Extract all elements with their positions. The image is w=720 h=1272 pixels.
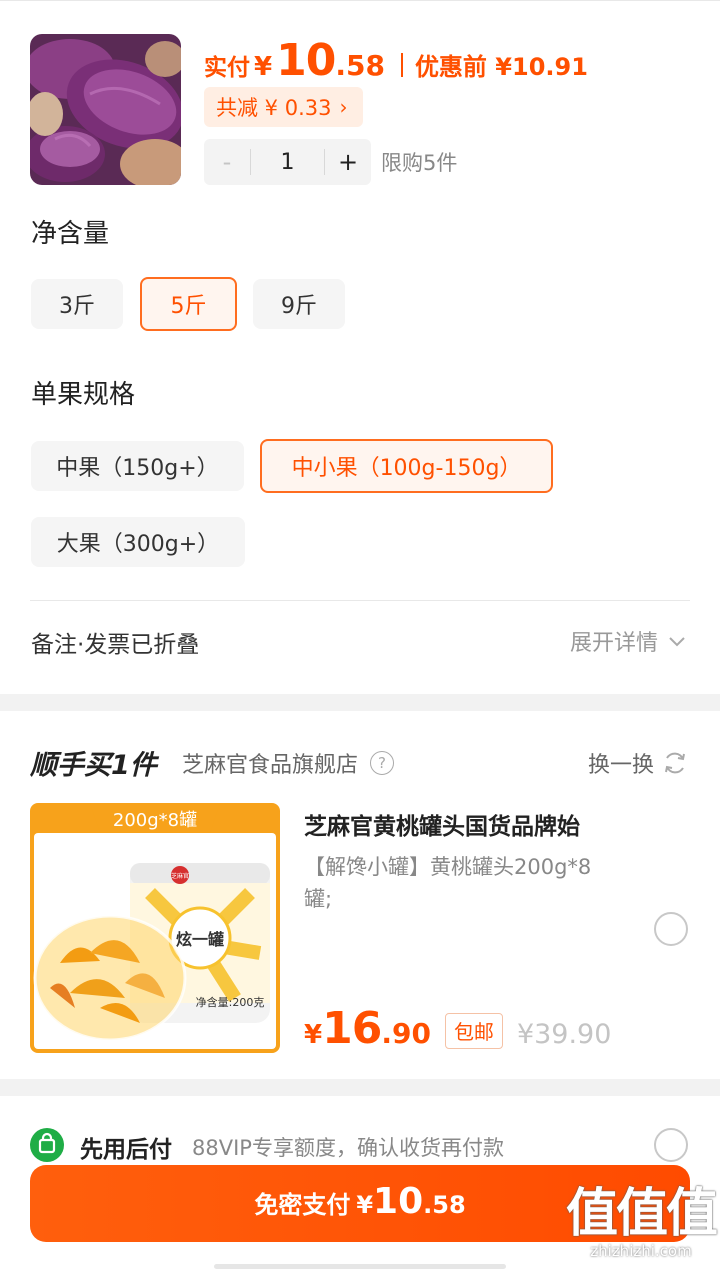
option-small-medium-fruit[interactable]: 中小果（100g-150g） (260, 439, 553, 493)
help-icon[interactable]: ? (370, 751, 395, 775)
spec-size-title: 单果规格 (31, 380, 136, 410)
pay-button-label: 免密支付 (254, 1191, 351, 1219)
addon-product-image[interactable]: 200g*8罐 炫一罐 芝麻官 净含量:200克 (30, 803, 280, 1053)
addon-original-price: ¥39.90 (516, 1019, 612, 1050)
chevron-right-icon: › (339, 95, 348, 119)
spec-weight-title: 净含量 (31, 219, 110, 249)
addon-price-currency: ¥ (304, 1020, 323, 1050)
pay-button-integer: 10 (373, 1181, 424, 1222)
price-before-discount: 优惠前 ¥10.91 (414, 53, 588, 81)
product-thumbnail[interactable] (30, 34, 181, 185)
addon-product-price: ¥ 16 .90 包邮 ¥39.90 (304, 1003, 611, 1054)
option-large-fruit[interactable]: 大果（300g+） (31, 517, 245, 567)
chevron-down-icon (669, 637, 685, 647)
pay-later-icon (30, 1128, 64, 1162)
decrease-button[interactable]: - (204, 139, 250, 185)
price-label: 实付 (204, 55, 250, 81)
price-decimal: .58 (335, 49, 385, 82)
free-shipping-badge: 包邮 (444, 1012, 503, 1049)
note-invoice-label: 备注·发票已折叠 (31, 632, 200, 658)
addon-card: 顺手买1件 芝麻官食品旗舰店 ? 换一换 200g*8罐 炫一罐 芝麻官 净含量… (0, 711, 720, 1079)
actual-price: 实付 ¥ 10 .58 优惠前 ¥10.91 (204, 35, 588, 86)
discount-text: 共减 ¥ 0.33 (216, 96, 332, 120)
divider (30, 600, 690, 601)
pay-button-currency: ¥ (356, 1191, 374, 1219)
shop-name: 芝麻官食品旗舰店 (182, 753, 359, 778)
increase-button[interactable]: + (325, 139, 371, 185)
expand-details-button[interactable]: 展开详情 (570, 625, 686, 657)
pay-later-title: 先用后付 (80, 1137, 172, 1163)
can-label-text: 炫一罐 (176, 930, 224, 949)
swap-label: 换一换 (587, 753, 654, 778)
option-9jin[interactable]: 9斤 (253, 279, 345, 329)
home-indicator[interactable] (214, 1264, 506, 1269)
addon-shop: 芝麻官食品旗舰店 ? (182, 747, 395, 779)
addon-select-radio[interactable] (654, 912, 688, 946)
discount-detail-button[interactable]: 共减 ¥ 0.33 › (204, 87, 364, 127)
swap-button[interactable]: 换一换 (588, 747, 688, 779)
order-card: 实付 ¥ 10 .58 优惠前 ¥10.91 共减 ¥ 0.33 › - 1 +… (0, 0, 720, 694)
option-medium-fruit[interactable]: 中果（150g+） (31, 441, 244, 491)
purchase-limit: 限购5件 (381, 151, 458, 175)
addon-product-name[interactable]: 芝麻官黄桃罐头国货品牌始 (304, 807, 580, 841)
option-5jin[interactable]: 5斤 (140, 277, 237, 331)
pay-button[interactable]: 免密支付 ¥ 10 .58 (30, 1165, 690, 1242)
addon-price-decimal: .90 (381, 1017, 431, 1050)
option-3jin[interactable]: 3斤 (31, 279, 123, 329)
quantity-value[interactable]: 1 (250, 149, 325, 175)
can-net-text: 净含量:200克 (196, 995, 265, 1009)
addon-product-desc: 【解馋小罐】黄桃罐头200g*8罐; (304, 855, 592, 911)
pay-later-desc: 88VIP专享额度，确认收货再付款 (192, 1136, 504, 1160)
price-divider (400, 53, 403, 77)
quantity-stepper: - 1 + (204, 139, 371, 185)
price-currency: ¥ (254, 52, 273, 82)
addon-price-integer: 16 (322, 1003, 382, 1054)
expand-details-label: 展开详情 (569, 631, 658, 656)
can-brand-text: 芝麻官 (171, 872, 189, 880)
pay-later-radio[interactable] (654, 1128, 688, 1162)
refresh-icon (665, 752, 685, 774)
pay-button-decimal: .58 (423, 1191, 466, 1219)
product-badge: 200g*8罐 (113, 810, 197, 831)
price-integer: 10 (276, 35, 336, 86)
addon-title: 顺手买1件 (30, 750, 157, 781)
